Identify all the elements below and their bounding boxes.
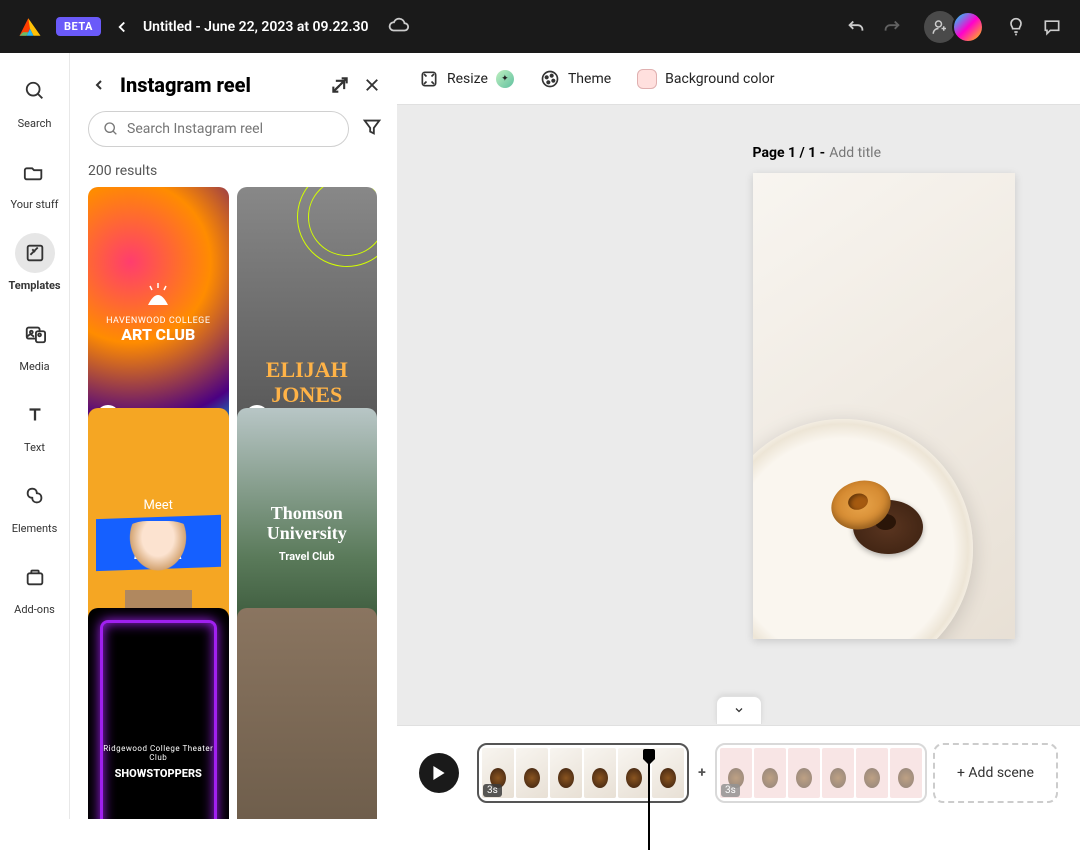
rail-text[interactable]: Text xyxy=(15,395,55,454)
comments-icon[interactable] xyxy=(1040,15,1064,39)
rail-search-label: Search xyxy=(18,117,52,130)
rail-media-label: Media xyxy=(19,360,49,373)
collaborators[interactable] xyxy=(924,11,984,43)
theme-button[interactable]: Theme xyxy=(540,69,611,89)
canvas-area: Resize ✦ Theme Background color Page 1 /… xyxy=(397,53,1080,819)
rail-media[interactable]: Media xyxy=(15,314,55,373)
beta-badge: BETA xyxy=(56,17,101,36)
resize-button[interactable]: Resize ✦ xyxy=(419,69,514,89)
document-title[interactable]: Untitled - June 22, 2023 at 09.22.30 xyxy=(143,19,369,35)
search-icon xyxy=(103,121,119,137)
template-panel: Instagram reel 200 results HAVENWOOD COL… xyxy=(70,53,397,819)
rail-templates[interactable]: Templates xyxy=(8,233,60,292)
timeline-track[interactable]: 3s + 3s + Add scene xyxy=(477,743,1058,803)
chevron-down-icon xyxy=(731,704,747,716)
top-bar: BETA Untitled - June 22, 2023 at 09.22.3… xyxy=(0,0,1080,53)
back-button[interactable] xyxy=(113,18,131,36)
template-card[interactable]: HAVENWOOD COLLEGE ART CLUB xyxy=(88,187,229,437)
premium-badge-icon: ✦ xyxy=(496,70,514,88)
scene-1[interactable]: 3s xyxy=(477,743,689,803)
rail-elements[interactable]: Elements xyxy=(12,476,58,535)
template-search-input[interactable] xyxy=(127,121,334,137)
close-panel-icon[interactable] xyxy=(361,74,383,96)
theme-icon xyxy=(540,69,560,89)
scene-duration: 3s xyxy=(721,784,740,797)
cloud-sync-icon[interactable] xyxy=(388,14,410,40)
app-logo[interactable] xyxy=(16,13,44,41)
filter-button[interactable] xyxy=(361,116,383,142)
template-card[interactable]: ELIJAH JONES xyxy=(237,187,378,437)
canvas-viewport[interactable]: Page 1 / 1 - Add title xyxy=(397,105,1080,725)
rail-text-label: Text xyxy=(24,441,45,454)
results-count: 200 results xyxy=(88,163,383,179)
timeline-collapse-toggle[interactable] xyxy=(716,696,762,724)
add-scene-between-button[interactable]: + xyxy=(695,766,709,780)
color-swatch-icon xyxy=(637,69,657,89)
resize-icon xyxy=(419,69,439,89)
rail-your-stuff[interactable]: Your stuff xyxy=(10,152,58,211)
play-icon xyxy=(432,766,446,780)
user-avatar[interactable] xyxy=(952,11,984,43)
left-rail: Search Your stuff Templates Media Text E… xyxy=(0,53,70,819)
expand-panel-icon[interactable] xyxy=(329,74,351,96)
timeline: 3s + 3s + Add scene xyxy=(397,725,1080,819)
panel-title: Instagram reel xyxy=(120,73,319,97)
redo-button[interactable] xyxy=(880,15,904,39)
scene-2[interactable]: 3s xyxy=(715,743,927,803)
template-search-box[interactable] xyxy=(88,111,349,147)
rail-elements-label: Elements xyxy=(12,522,58,535)
play-button[interactable] xyxy=(419,753,459,793)
rail-templates-label: Templates xyxy=(8,279,60,292)
template-card[interactable] xyxy=(237,608,378,819)
undo-button[interactable] xyxy=(844,15,868,39)
page-label: Page 1 / 1 - Add title xyxy=(753,145,1015,161)
background-color-button[interactable]: Background color xyxy=(637,69,774,89)
rail-addons-label: Add-ons xyxy=(14,603,55,616)
template-card[interactable]: Ridgewood College Theater Club SHOWSTOPP… xyxy=(88,608,229,819)
add-title-button[interactable]: Add title xyxy=(829,145,881,161)
rail-addons[interactable]: Add-ons xyxy=(14,557,55,616)
template-grid[interactable]: HAVENWOOD COLLEGE ART CLUB ELIJAH JONES … xyxy=(88,187,383,819)
context-bar: Resize ✦ Theme Background color xyxy=(397,53,1080,105)
scene-duration: 3s xyxy=(483,784,502,797)
artboard[interactable] xyxy=(753,173,1015,639)
add-scene-button[interactable]: + Add scene xyxy=(933,743,1058,803)
panel-back-button[interactable] xyxy=(88,74,110,96)
rail-yourstuff-label: Your stuff xyxy=(10,198,58,211)
help-icon[interactable] xyxy=(1004,15,1028,39)
rail-search[interactable]: Search xyxy=(15,71,55,130)
